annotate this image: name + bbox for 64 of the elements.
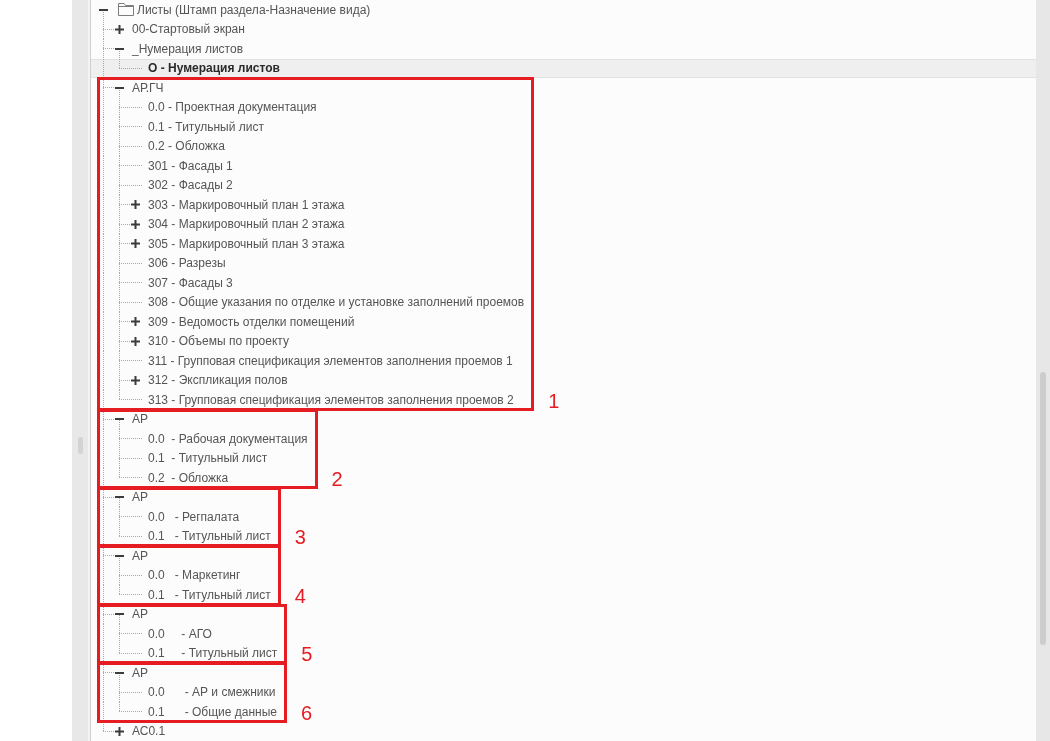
plus-icon[interactable] — [130, 200, 140, 210]
tree-item[interactable]: 0.0 - АР и смежники — [148, 685, 276, 700]
tree-item[interactable]: 00-Стартовый экран — [132, 22, 245, 37]
minus-icon[interactable] — [114, 418, 124, 421]
tree-item[interactable]: 0.0 - Проектная документация — [148, 100, 317, 115]
tree-item[interactable]: 0.0 - Маркетинг — [148, 568, 241, 583]
minus-icon[interactable] — [114, 496, 124, 499]
tree-item[interactable]: 302 - Фасады 2 — [148, 178, 233, 193]
tree-item[interactable]: 0.2 - Обложка — [148, 470, 229, 485]
tree-item[interactable]: 305 - Маркировочный план 3 этажа — [148, 236, 345, 251]
tree-item[interactable]: 0.0 - Регпалата — [148, 509, 240, 524]
annotation-number: 6 — [301, 701, 313, 724]
tree-item[interactable]: 308 - Общие указания по отделке и установке заполнений проемов — [148, 295, 525, 310]
tree-item[interactable]: 310 - Объемы по проекту — [148, 334, 289, 349]
tree-item[interactable]: 0.1 - Общие данные — [148, 704, 278, 719]
tree-item[interactable]: 0.1 - Титульный лист — [148, 646, 278, 661]
tree-item[interactable]: 0.1 - Титульный лист — [148, 529, 271, 544]
tree-item[interactable]: 0.1 - Титульный лист — [148, 119, 264, 134]
annotation-number: 2 — [331, 467, 343, 490]
tree-item[interactable]: АР — [132, 548, 148, 563]
tree-item[interactable]: 309 - Ведомость отделки помещений — [148, 314, 355, 329]
tree-item[interactable]: 304 - Маркировочный план 2 этажа — [148, 217, 345, 232]
minus-icon[interactable] — [114, 554, 124, 557]
tree-item[interactable]: АР — [132, 412, 148, 427]
tree-item[interactable]: Листы (Штамп раздела-Назначение вида) — [137, 2, 371, 17]
tree-item[interactable]: 313 - Групповая спецификация элементов заполнения проемов 2 — [148, 392, 514, 407]
plus-icon[interactable] — [130, 239, 140, 249]
plus-icon[interactable] — [114, 24, 124, 34]
minus-icon[interactable] — [98, 8, 108, 11]
selected-row[interactable]: О - Нумерация листов — [91, 58, 1036, 78]
scrollbar-thumb[interactable] — [1040, 372, 1046, 645]
tree-item[interactable]: АС0.1 — [132, 724, 166, 739]
tree-item[interactable]: АР.ГЧ — [132, 80, 164, 95]
plus-icon[interactable] — [130, 375, 140, 385]
scrollbar[interactable] — [1036, 0, 1050, 741]
tree-item[interactable]: 303 - Маркировочный план 1 этажа — [148, 197, 345, 212]
plus-icon[interactable] — [130, 336, 140, 346]
plus-icon[interactable] — [114, 726, 124, 736]
annotation-number: 1 — [548, 389, 560, 412]
tree-item[interactable]: АР — [132, 490, 148, 505]
minus-icon[interactable] — [114, 86, 124, 89]
plus-icon[interactable] — [130, 317, 140, 327]
tree-item[interactable]: 0.2 - Обложка — [148, 139, 225, 154]
tree-item[interactable]: _Нумерация листов — [132, 41, 243, 56]
annotation-number: 5 — [301, 643, 313, 665]
tree-item[interactable]: 311 - Групповая спецификация элементов заполнения проемов 1 — [148, 353, 513, 368]
tree-item[interactable]: 0.0 - АГО — [148, 626, 212, 641]
plus-icon[interactable] — [130, 219, 140, 229]
minus-icon[interactable] — [114, 671, 124, 674]
tree-item[interactable]: АР — [132, 607, 148, 622]
tree-item[interactable]: 0.1 - Титульный лист — [148, 451, 268, 466]
tree-item[interactable]: 301 - Фасады 1 — [148, 158, 233, 173]
tree-item[interactable]: АР — [132, 665, 148, 680]
tree-item[interactable]: 312 - Экспликация полов — [148, 373, 288, 388]
tree-item[interactable]: 306 - Разрезы — [148, 256, 226, 271]
tree-item[interactable]: О - Нумерация листов — [148, 61, 280, 76]
tree-item[interactable]: 307 - Фасады 3 — [148, 275, 233, 290]
tree-item[interactable]: 0.0 - Рабочая документация — [148, 431, 308, 446]
folder-icon — [118, 3, 134, 17]
tree-item[interactable]: 0.1 - Титульный лист — [148, 587, 271, 602]
minus-icon[interactable] — [114, 47, 124, 50]
annotation-number: 3 — [294, 526, 306, 548]
annotation-number: 4 — [294, 584, 306, 607]
minus-icon[interactable] — [114, 613, 124, 616]
